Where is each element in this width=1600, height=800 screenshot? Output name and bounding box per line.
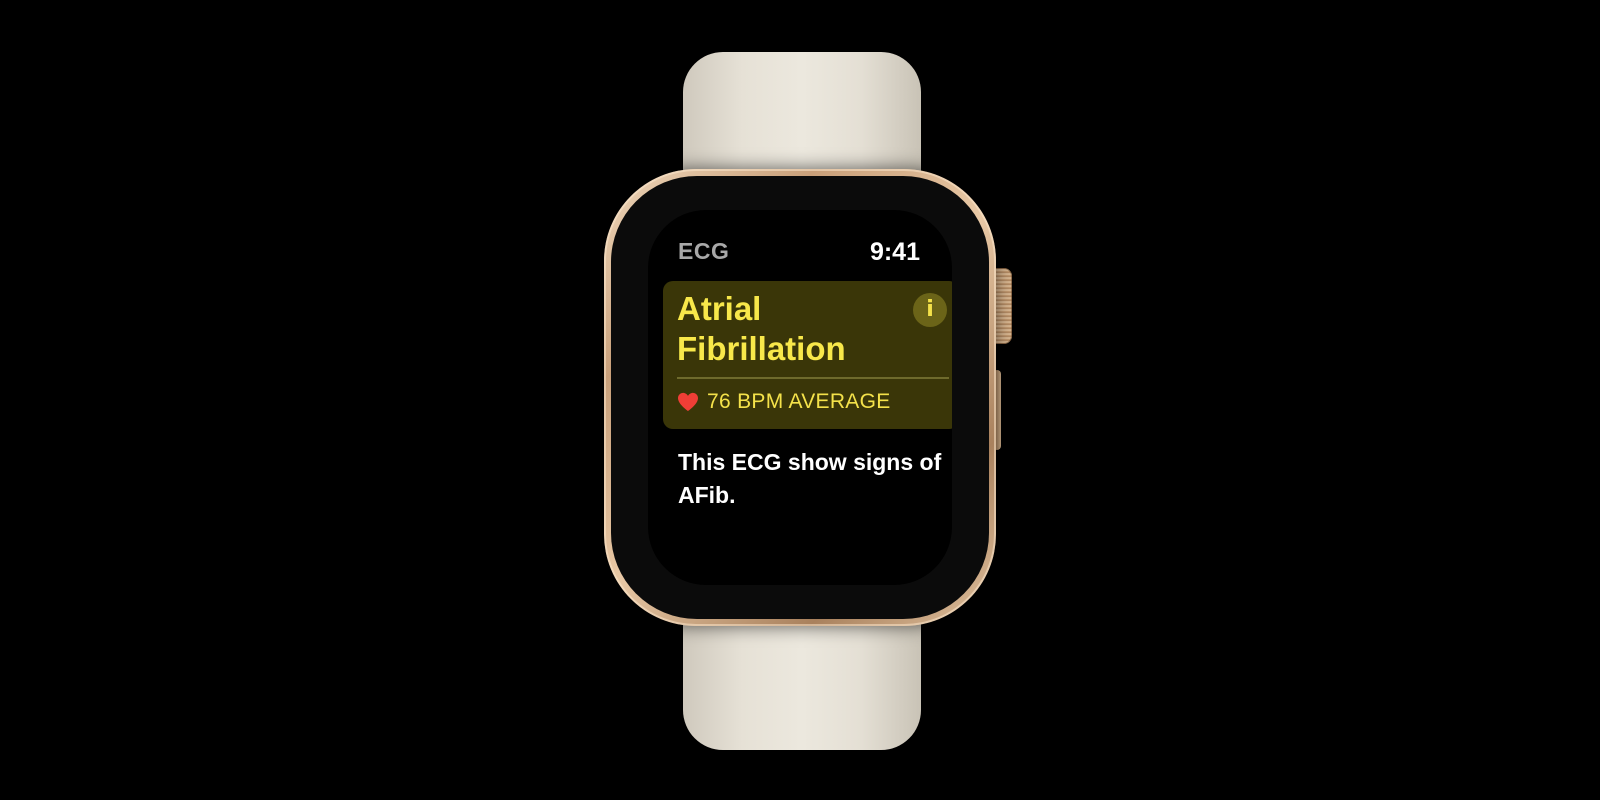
result-card[interactable]: Atrial Fibrillation i 76 BPM AVERAGE xyxy=(663,281,952,429)
info-icon[interactable]: i xyxy=(913,293,947,327)
divider xyxy=(677,377,949,379)
watch-case: ECG 9:41 Atrial Fibrillation i 76 BPM AV… xyxy=(604,169,996,626)
app-title: ECG xyxy=(678,238,730,264)
clock: 9:41 xyxy=(869,238,920,266)
heart-icon xyxy=(678,392,698,412)
status-bar: ECG 9:41 xyxy=(678,238,920,268)
bpm-average-label: 76 BPM AVERAGE xyxy=(707,390,891,413)
watch-screen: ECG 9:41 Atrial Fibrillation i 76 BPM AV… xyxy=(648,210,952,585)
stage: ECG 9:41 Atrial Fibrillation i 76 BPM AV… xyxy=(0,0,1600,800)
result-description: This ECG show signs of AFib. xyxy=(678,449,942,508)
watch-bezel: ECG 9:41 Atrial Fibrillation i 76 BPM AV… xyxy=(611,176,989,619)
result-title: Atrial Fibrillation xyxy=(677,290,846,367)
bpm-row: 76 BPM AVERAGE xyxy=(677,387,891,417)
